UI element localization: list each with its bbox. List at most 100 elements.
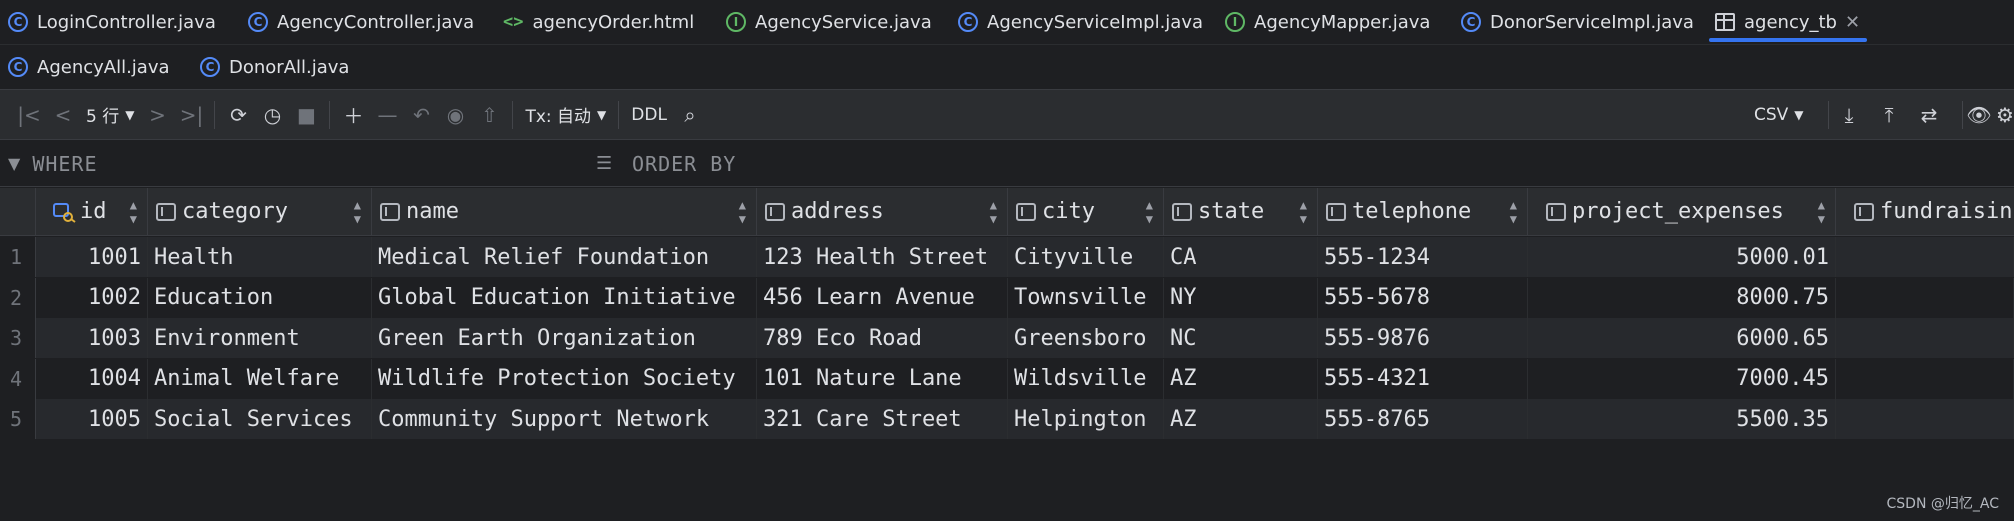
cell-address[interactable]: 123 Health Street bbox=[757, 237, 1008, 277]
tab-agency-service[interactable]: I AgencyService.java bbox=[720, 0, 952, 44]
where-input[interactable]: WHERE bbox=[32, 152, 97, 176]
tab-agency-controller[interactable]: C AgencyController.java bbox=[242, 0, 497, 44]
cell-name[interactable]: Green Earth Organization bbox=[372, 318, 757, 358]
cell-state[interactable]: NC bbox=[1164, 318, 1318, 358]
cell-project-expenses[interactable]: 6000.65 bbox=[1528, 318, 1836, 358]
tab-agency-service-impl[interactable]: C AgencyServiceImpl.java bbox=[952, 0, 1219, 44]
tab-donor-all[interactable]: C DonorAll.java bbox=[194, 45, 394, 89]
tab-agency-order-html[interactable]: <> agencyOrder.html bbox=[497, 0, 720, 44]
cell-telephone[interactable]: 555-5678 bbox=[1318, 277, 1528, 318]
cell-fundraising[interactable] bbox=[1836, 318, 2014, 358]
cell-category[interactable]: Animal Welfare bbox=[148, 358, 372, 399]
sort-arrows-icon[interactable]: ▲ ▼ bbox=[990, 198, 997, 226]
cell-state[interactable]: NY bbox=[1164, 277, 1318, 318]
cell-state[interactable]: AZ bbox=[1164, 358, 1318, 399]
delete-row-icon[interactable]: — bbox=[370, 98, 404, 132]
column-header-state[interactable]: state ▲ ▼ bbox=[1164, 188, 1318, 236]
row-number[interactable]: 2 bbox=[0, 277, 36, 318]
cell-id[interactable]: 1004 bbox=[36, 358, 148, 399]
cell-address[interactable]: 101 Nature Lane bbox=[757, 358, 1008, 399]
cell-id[interactable]: 1003 bbox=[36, 318, 148, 358]
cell-category[interactable]: Education bbox=[148, 277, 372, 318]
settings-icon[interactable]: ⚙ bbox=[1996, 98, 2014, 132]
cell-id[interactable]: 1005 bbox=[36, 399, 148, 439]
column-header-category[interactable]: category ▲ ▼ bbox=[148, 188, 372, 236]
cell-name[interactable]: Medical Relief Foundation bbox=[372, 237, 757, 277]
row-number[interactable]: 1 bbox=[0, 237, 36, 277]
column-header-id[interactable]: id ▲ ▼ bbox=[36, 188, 148, 236]
column-header-fundraising[interactable]: fundraisin bbox=[1836, 188, 2014, 236]
cell-address[interactable]: 321 Care Street bbox=[757, 399, 1008, 439]
cell-name[interactable]: Wildlife Protection Society bbox=[372, 358, 757, 399]
export-format-dropdown[interactable]: CSV ▼ bbox=[1748, 98, 1810, 132]
column-header-city[interactable]: city ▲ ▼ bbox=[1008, 188, 1164, 236]
cell-project-expenses[interactable]: 8000.75 bbox=[1528, 277, 1836, 318]
order-by-input[interactable]: ORDER BY bbox=[632, 152, 736, 176]
previous-page-icon[interactable]: < bbox=[46, 98, 80, 132]
cell-city[interactable]: Townsville bbox=[1008, 277, 1164, 318]
transaction-mode-dropdown[interactable]: Tx: 自动 ▼ bbox=[519, 98, 612, 132]
cell-state[interactable]: AZ bbox=[1164, 399, 1318, 439]
tab-agency-all[interactable]: C AgencyAll.java bbox=[2, 45, 194, 89]
submit-icon[interactable]: ⇧ bbox=[472, 98, 506, 132]
tab-donor-service-impl[interactable]: C DonorServiceImpl.java bbox=[1455, 0, 1709, 44]
next-page-icon[interactable]: > bbox=[140, 98, 174, 132]
row-number[interactable]: 4 bbox=[0, 358, 36, 399]
row-number[interactable]: 3 bbox=[0, 318, 36, 358]
column-header-name[interactable]: name ▲ ▼ bbox=[372, 188, 757, 236]
cell-state[interactable]: CA bbox=[1164, 237, 1318, 277]
column-header-project-expenses[interactable]: project_expenses ▲ ▼ bbox=[1528, 188, 1836, 236]
refresh-icon[interactable]: ⟳ bbox=[221, 98, 255, 132]
download-icon[interactable]: ⤓ bbox=[1832, 98, 1866, 132]
cell-category[interactable]: Environment bbox=[148, 318, 372, 358]
ddl-button[interactable]: DDL bbox=[625, 98, 673, 132]
cell-name[interactable]: Community Support Network bbox=[372, 399, 757, 439]
cell-category[interactable]: Health bbox=[148, 237, 372, 277]
tab-login-controller[interactable]: C LoginController.java bbox=[2, 0, 242, 44]
cell-telephone[interactable]: 555-4321 bbox=[1318, 358, 1528, 399]
sort-arrows-icon[interactable]: ▲ ▼ bbox=[1510, 198, 1517, 226]
cell-project-expenses[interactable]: 7000.45 bbox=[1528, 358, 1836, 399]
sort-arrows-icon[interactable]: ▲ ▼ bbox=[354, 198, 361, 226]
sort-arrows-icon[interactable]: ▲ ▼ bbox=[1300, 198, 1307, 226]
cell-telephone[interactable]: 555-9876 bbox=[1318, 318, 1528, 358]
cell-city[interactable]: Cityville bbox=[1008, 237, 1164, 277]
tab-agency-tb[interactable]: agency_tb ✕ bbox=[1709, 0, 1867, 44]
first-page-icon[interactable]: |< bbox=[12, 98, 46, 132]
search-icon[interactable]: ⌕ bbox=[673, 98, 707, 132]
last-page-icon[interactable]: >| bbox=[174, 98, 208, 132]
stop-icon[interactable]: ■ bbox=[289, 98, 323, 132]
cell-city[interactable]: Greensboro bbox=[1008, 318, 1164, 358]
sort-arrows-icon[interactable]: ▲ ▼ bbox=[1146, 198, 1153, 226]
cell-address[interactable]: 789 Eco Road bbox=[757, 318, 1008, 358]
revert-icon[interactable]: ↶ bbox=[404, 98, 438, 132]
tab-agency-mapper[interactable]: I AgencyMapper.java bbox=[1219, 0, 1455, 44]
add-row-icon[interactable]: ＋ bbox=[336, 98, 370, 132]
cell-category[interactable]: Social Services bbox=[148, 399, 372, 439]
cell-telephone[interactable]: 555-8765 bbox=[1318, 399, 1528, 439]
cell-fundraising[interactable] bbox=[1836, 399, 2014, 439]
sort-arrows-icon[interactable]: ▲ ▼ bbox=[1818, 198, 1825, 226]
page-size-dropdown[interactable]: 5 行 ▼ bbox=[80, 98, 140, 132]
cell-address[interactable]: 456 Learn Avenue bbox=[757, 277, 1008, 318]
cell-fundraising[interactable] bbox=[1836, 237, 2014, 277]
row-number[interactable]: 5 bbox=[0, 399, 36, 439]
cell-city[interactable]: Wildsville bbox=[1008, 358, 1164, 399]
compare-icon[interactable]: ⇄ bbox=[1912, 98, 1946, 132]
preview-changes-icon[interactable]: ◉ bbox=[438, 98, 472, 132]
sort-arrows-icon[interactable]: ▲ ▼ bbox=[130, 198, 137, 226]
history-icon[interactable]: ◷ bbox=[255, 98, 289, 132]
column-header-telephone[interactable]: telephone ▲ ▼ bbox=[1318, 188, 1528, 236]
cell-fundraising[interactable] bbox=[1836, 358, 2014, 399]
cell-id[interactable]: 1002 bbox=[36, 277, 148, 318]
cell-fundraising[interactable] bbox=[1836, 277, 2014, 318]
cell-project-expenses[interactable]: 5500.35 bbox=[1528, 399, 1836, 439]
cell-telephone[interactable]: 555-1234 bbox=[1318, 237, 1528, 277]
sort-arrows-icon[interactable]: ▲ ▼ bbox=[739, 198, 746, 226]
view-icon[interactable]: 👁 bbox=[1962, 98, 1996, 132]
upload-icon[interactable]: ⤒ bbox=[1872, 98, 1906, 132]
close-icon[interactable]: ✕ bbox=[1845, 12, 1860, 33]
column-header-address[interactable]: address ▲ ▼ bbox=[757, 188, 1008, 236]
cell-id[interactable]: 1001 bbox=[36, 237, 148, 277]
cell-project-expenses[interactable]: 5000.01 bbox=[1528, 237, 1836, 277]
